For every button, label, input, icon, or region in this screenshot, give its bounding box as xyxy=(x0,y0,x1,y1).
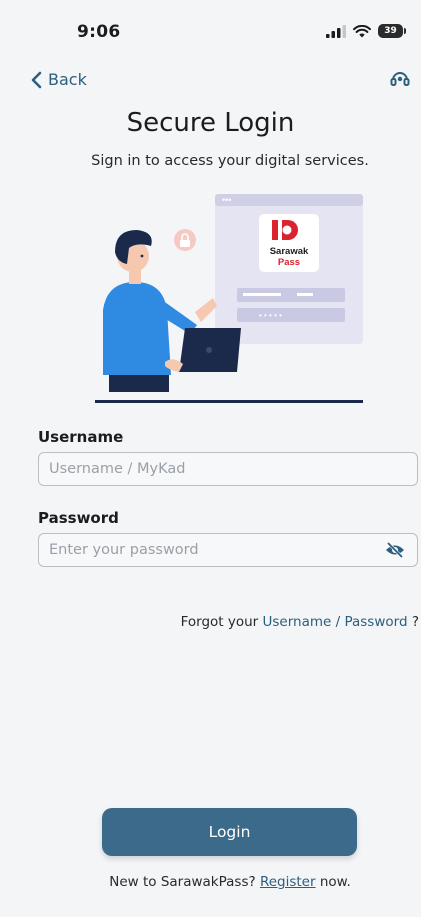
forgot-credentials-link[interactable]: Username / Password xyxy=(263,614,408,630)
forgot-prefix: Forgot your xyxy=(180,614,263,630)
wifi-icon xyxy=(353,24,371,37)
laptop-icon xyxy=(165,328,241,372)
username-label: Username xyxy=(38,428,124,446)
chevron-left-icon xyxy=(31,71,42,88)
register-link[interactable]: Register xyxy=(260,874,316,890)
register-suffix: now. xyxy=(315,874,351,890)
battery-icon: 39 xyxy=(378,24,406,38)
desk-line xyxy=(95,400,363,403)
status-icons: 39 xyxy=(326,24,406,38)
status-bar: 9:06 39 xyxy=(0,0,421,64)
logo-text-pass: Pass xyxy=(278,257,300,268)
headset-icon xyxy=(390,72,410,86)
password-field-container xyxy=(38,533,418,567)
forgot-suffix: ? xyxy=(407,614,419,630)
status-time: 9:06 xyxy=(77,22,121,42)
back-button[interactable]: Back xyxy=(30,70,87,89)
register-prefix: New to SarawakPass? xyxy=(109,874,260,890)
register-prompt: New to SarawakPass? Register now. xyxy=(0,874,421,890)
battery-level: 39 xyxy=(384,26,397,36)
password-input[interactable] xyxy=(39,534,379,566)
page-subtitle: Sign in to access your digital services. xyxy=(91,153,369,169)
window-dots: ••• xyxy=(222,195,231,205)
forgot-credentials: Forgot your Username / Password ? xyxy=(181,614,419,630)
eye-slash-icon xyxy=(386,541,404,559)
password-dots: • • • • • xyxy=(259,311,282,320)
password-label: Password xyxy=(38,509,119,527)
login-illustration: ••• Sarawak Pass • • • • • xyxy=(95,194,363,403)
username-field-container xyxy=(38,452,418,486)
username-input[interactable] xyxy=(39,453,379,485)
logo-text-sarawak: Sarawak xyxy=(270,246,309,257)
page-title: Secure Login xyxy=(126,108,295,138)
lock-icon xyxy=(174,229,196,251)
support-button[interactable] xyxy=(389,68,411,94)
back-label: Back xyxy=(48,70,87,89)
signal-icon xyxy=(326,24,346,38)
toggle-password-visibility[interactable] xyxy=(385,541,405,563)
navigation-bar: Back xyxy=(0,68,421,98)
login-button[interactable]: Login xyxy=(102,808,357,856)
